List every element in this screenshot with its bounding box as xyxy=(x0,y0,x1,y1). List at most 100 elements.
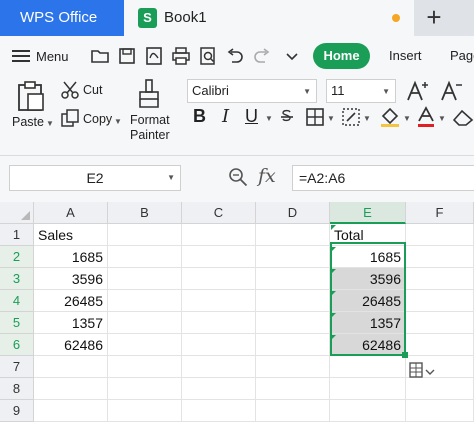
empty-cell[interactable] xyxy=(406,400,474,422)
increase-font-size-icon[interactable] xyxy=(406,80,428,102)
row-header-8[interactable]: 8 xyxy=(0,378,34,400)
borders-icon[interactable] xyxy=(306,108,324,126)
row-header-7[interactable]: 7 xyxy=(0,356,34,378)
cell-e3[interactable]: 3596 xyxy=(330,268,406,290)
empty-cell[interactable] xyxy=(182,268,256,290)
column-header-e[interactable]: E xyxy=(330,202,406,224)
column-header-c[interactable]: C xyxy=(182,202,256,224)
row-header-5[interactable]: 5 xyxy=(0,312,34,334)
empty-cell[interactable] xyxy=(108,334,182,356)
cell-style-dropdown-icon[interactable]: ▼ xyxy=(363,114,371,123)
paste-dropdown-icon[interactable]: ▼ xyxy=(46,119,54,128)
row-header-4[interactable]: 4 xyxy=(0,290,34,312)
redo-icon[interactable] xyxy=(252,46,272,66)
font-size-dropdown[interactable]: 11 ▼ xyxy=(326,79,396,103)
empty-cell[interactable] xyxy=(182,312,256,334)
row-header-9[interactable]: 9 xyxy=(0,400,34,422)
paste-icon[interactable] xyxy=(16,80,46,112)
zoom-formula-search-icon[interactable] xyxy=(228,167,248,187)
empty-cell[interactable] xyxy=(108,378,182,400)
empty-cell[interactable] xyxy=(34,356,108,378)
format-painter-icon[interactable] xyxy=(136,78,162,110)
more-dropdown-icon[interactable] xyxy=(282,46,302,66)
tab-page[interactable]: Page xyxy=(450,43,474,69)
copy-dropdown-icon[interactable]: ▼ xyxy=(114,117,122,126)
fill-handle[interactable] xyxy=(402,352,408,358)
wps-office-tab[interactable]: WPS Office xyxy=(0,0,124,36)
cell-a2[interactable]: 1685 xyxy=(34,246,108,268)
cell-a5[interactable]: 1357 xyxy=(34,312,108,334)
empty-cell[interactable] xyxy=(256,356,330,378)
new-tab-button[interactable]: + xyxy=(414,0,454,36)
bold-button[interactable]: B xyxy=(193,106,206,130)
empty-cell[interactable] xyxy=(330,400,406,422)
empty-cell[interactable] xyxy=(182,334,256,356)
empty-cell[interactable] xyxy=(406,224,474,246)
empty-cell[interactable] xyxy=(406,290,474,312)
save-icon[interactable] xyxy=(117,46,137,66)
font-color-dropdown-icon[interactable]: ▼ xyxy=(438,114,446,123)
copy-button[interactable]: Copy xyxy=(83,112,112,126)
empty-cell[interactable] xyxy=(182,400,256,422)
empty-cell[interactable] xyxy=(330,378,406,400)
empty-cell[interactable] xyxy=(108,290,182,312)
book1-tab[interactable]: S Book1 xyxy=(124,0,414,36)
empty-cell[interactable] xyxy=(330,356,406,378)
empty-cell[interactable] xyxy=(256,334,330,356)
underline-button[interactable]: U xyxy=(245,106,258,130)
cell-a1[interactable]: Sales xyxy=(34,224,108,246)
empty-cell[interactable] xyxy=(108,356,182,378)
empty-cell[interactable] xyxy=(256,246,330,268)
clear-format-eraser-icon[interactable] xyxy=(452,108,474,126)
tab-insert[interactable]: Insert xyxy=(389,43,422,69)
decrease-font-size-icon[interactable] xyxy=(440,80,462,102)
underline-dropdown-icon[interactable]: ▼ xyxy=(265,114,273,123)
main-menu-button[interactable]: Menu xyxy=(12,44,69,68)
empty-cell[interactable] xyxy=(182,224,256,246)
row-header-2[interactable]: 2 xyxy=(0,246,34,268)
tab-home[interactable]: Home xyxy=(313,43,370,69)
empty-cell[interactable] xyxy=(256,400,330,422)
cell-e4[interactable]: 26485 xyxy=(330,290,406,312)
empty-cell[interactable] xyxy=(108,312,182,334)
column-header-d[interactable]: D xyxy=(256,202,330,224)
empty-cell[interactable] xyxy=(182,246,256,268)
cell-a3[interactable]: 3596 xyxy=(34,268,108,290)
format-painter-label-line1[interactable]: Format xyxy=(130,113,170,127)
empty-cell[interactable] xyxy=(406,246,474,268)
row-header-6[interactable]: 6 xyxy=(0,334,34,356)
column-header-a[interactable]: A xyxy=(34,202,108,224)
italic-button[interactable]: I xyxy=(222,106,229,130)
cell-e1[interactable]: Total xyxy=(330,224,406,246)
empty-cell[interactable] xyxy=(108,400,182,422)
fill-color-dropdown-icon[interactable]: ▼ xyxy=(403,114,411,123)
empty-cell[interactable] xyxy=(256,312,330,334)
empty-cell[interactable] xyxy=(182,356,256,378)
cut-button[interactable]: Cut xyxy=(83,83,102,97)
open-folder-icon[interactable] xyxy=(90,46,110,66)
column-header-b[interactable]: B xyxy=(108,202,182,224)
font-name-dropdown[interactable]: Calibri ▼ xyxy=(187,79,317,103)
strikethrough-icon[interactable] xyxy=(278,108,296,126)
empty-cell[interactable] xyxy=(406,334,474,356)
empty-cell[interactable] xyxy=(406,268,474,290)
paste-button[interactable]: Paste xyxy=(12,115,44,129)
empty-cell[interactable] xyxy=(406,312,474,334)
name-box[interactable]: E2 ▼ xyxy=(9,165,181,191)
font-color-icon[interactable] xyxy=(416,106,436,128)
cell-a6[interactable]: 62486 xyxy=(34,334,108,356)
cell-e6[interactable]: 62486 xyxy=(330,334,406,356)
empty-cell[interactable] xyxy=(182,378,256,400)
paint-bucket-icon[interactable] xyxy=(379,106,401,128)
export-pdf-icon[interactable] xyxy=(144,46,164,66)
row-header-3[interactable]: 3 xyxy=(0,268,34,290)
empty-cell[interactable] xyxy=(108,224,182,246)
borders-dropdown-icon[interactable]: ▼ xyxy=(327,114,335,123)
empty-cell[interactable] xyxy=(34,400,108,422)
empty-cell[interactable] xyxy=(256,290,330,312)
empty-cell[interactable] xyxy=(256,378,330,400)
print-preview-icon[interactable] xyxy=(198,46,218,66)
column-header-f[interactable]: F xyxy=(406,202,474,224)
empty-cell[interactable] xyxy=(108,246,182,268)
empty-cell[interactable] xyxy=(34,378,108,400)
